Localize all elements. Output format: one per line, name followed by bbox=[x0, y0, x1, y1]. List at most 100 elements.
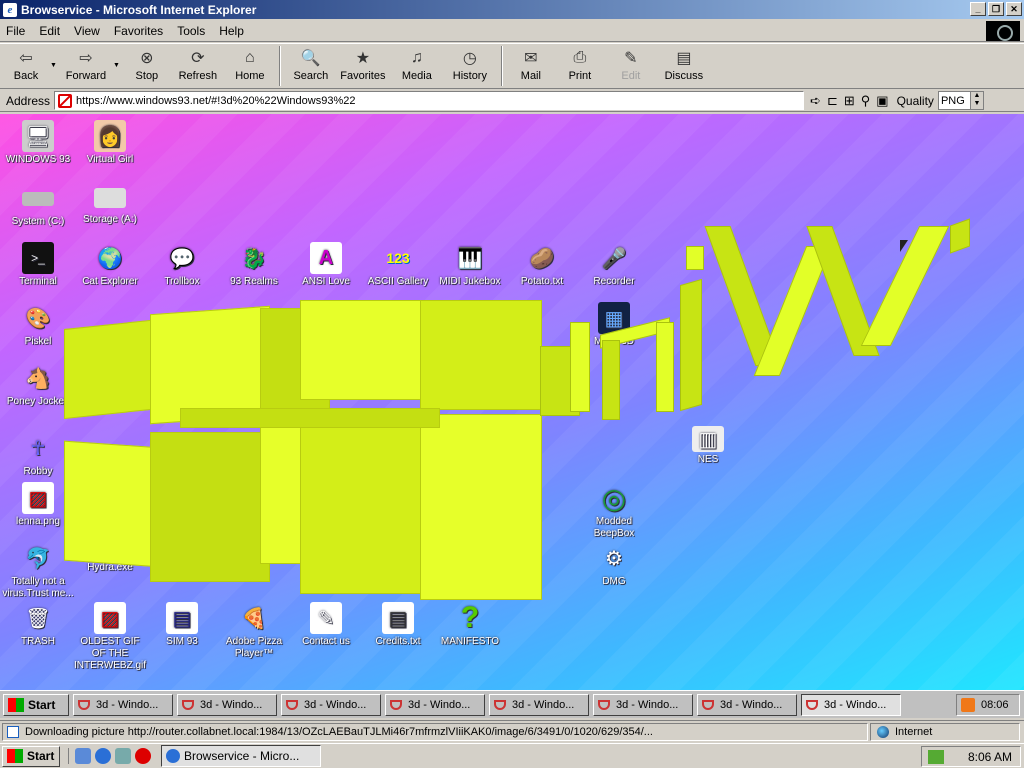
stop-button[interactable]: ⊗ Stop bbox=[124, 44, 170, 88]
desktop-icon-ascii-gallery[interactable]: 123 ASCII Gallery bbox=[362, 242, 434, 288]
zoom-icon[interactable]: ⊞ bbox=[844, 93, 855, 109]
desktop-icon-dmg[interactable]: ⚙ DMG bbox=[578, 542, 650, 588]
cup-icon bbox=[806, 699, 818, 710]
cup-icon bbox=[598, 699, 610, 710]
close-button[interactable]: ✕ bbox=[1006, 2, 1022, 16]
desktop-icon-storage-a[interactable]: Storage (A:) bbox=[74, 182, 146, 226]
address-label: Address bbox=[6, 93, 51, 108]
w93-task-3d-7[interactable]: 3d - Windo... bbox=[697, 693, 797, 716]
desktop-icon-oldest-gif[interactable]: ▨ OLDEST GIF OF THE INTERWEBZ.gif bbox=[74, 602, 146, 672]
desktop-icon-cat-explorer[interactable]: 🌍 Cat Explorer bbox=[74, 242, 146, 288]
w93-task-3d-8[interactable]: 3d - Windo... bbox=[801, 693, 901, 716]
w93-tray: 08:06 bbox=[956, 694, 1020, 716]
w93-task-3d-3[interactable]: 3d - Windo... bbox=[281, 693, 381, 716]
w93-start-button[interactable]: Start bbox=[3, 693, 69, 716]
show-desktop-icon[interactable] bbox=[75, 748, 91, 764]
find-binoculars-icon[interactable]: ⚲ bbox=[861, 93, 871, 109]
system-tray: 8:06 AM bbox=[921, 746, 1021, 767]
favorites-button[interactable]: ★ Favorites bbox=[336, 44, 390, 88]
history-icon: ◷ bbox=[462, 50, 477, 67]
trash-icon: 🗑 bbox=[25, 607, 51, 630]
opera-icon[interactable] bbox=[135, 748, 151, 764]
w93-task-3d-6[interactable]: 3d - Windo... bbox=[593, 693, 693, 716]
go-arrow-icon[interactable]: ➪ bbox=[810, 93, 821, 109]
system-clock: 8:06 AM bbox=[967, 749, 1012, 764]
menu-tools[interactable]: Tools bbox=[177, 24, 205, 38]
dragon-icon: 🐉 bbox=[241, 247, 267, 270]
restore-button[interactable]: ❐ bbox=[988, 2, 1004, 16]
desktop-icon-ansi-love[interactable]: A ANSI Love bbox=[290, 242, 362, 288]
desktop-icon-credits[interactable]: ▤ Credits.txt bbox=[362, 602, 434, 648]
menu-favorites[interactable]: Favorites bbox=[114, 24, 163, 38]
desktop-icon-93-realms[interactable]: 🐉 93 Realms bbox=[218, 242, 290, 288]
desktop-icon-system-c[interactable]: System (C:) bbox=[2, 182, 74, 228]
favorites-folder-icon: ★ bbox=[355, 50, 371, 67]
start-button[interactable]: Start bbox=[2, 745, 60, 767]
quality-label: Quality bbox=[896, 93, 934, 108]
print-button[interactable]: ⎙ Print bbox=[554, 44, 606, 88]
w93-clock: 08:06 bbox=[981, 699, 1009, 711]
desktop-icon-adobe-pizza[interactable]: 🍕 Adobe Pizza Player™ bbox=[218, 602, 290, 660]
w93-task-3d-5[interactable]: 3d - Windo... bbox=[489, 693, 589, 716]
forward-arrow-icon: ⇨ bbox=[79, 50, 93, 67]
desktop-icon-manifesto[interactable]: ? MANIFESTO bbox=[434, 601, 506, 648]
palette-icon: 🎨 bbox=[25, 307, 51, 330]
desktop-icon-trollbox[interactable]: 💬 Trollbox bbox=[146, 242, 218, 288]
computer-icon: 🖥 bbox=[22, 120, 54, 152]
desktop-icon-windows93[interactable]: 🖥 WINDOWS 93 bbox=[2, 120, 74, 166]
address-input[interactable]: https://www.windows93.net/#!3d%20%22Wind… bbox=[54, 91, 805, 110]
desktop-icon-modded-beepbox[interactable]: ◎ Modded BeepBox bbox=[578, 482, 650, 540]
tray-app-icon[interactable] bbox=[928, 749, 944, 764]
taskbar-browservice-window[interactable]: Browservice - Micro... bbox=[161, 745, 321, 767]
minimize-button[interactable]: _ bbox=[970, 2, 986, 16]
home-button[interactable]: ⌂ Home bbox=[226, 44, 274, 88]
edit-button[interactable]: ✎ Edit bbox=[606, 44, 656, 88]
cup-icon bbox=[390, 699, 402, 710]
desktop-icon-trash[interactable]: 🗑 TRASH bbox=[2, 602, 74, 648]
bookmark-icon[interactable]: ⊏ bbox=[827, 93, 838, 109]
status-text: Downloading picture http://router.collab… bbox=[25, 725, 653, 738]
quality-select[interactable]: PNG ▲ ▼ bbox=[937, 91, 984, 110]
back-button[interactable]: ⇦ Back bbox=[4, 44, 48, 88]
windows-logo-icon bbox=[7, 749, 23, 763]
search-button[interactable]: 🔍 Search bbox=[286, 44, 336, 88]
forward-button[interactable]: ⇨ Forward bbox=[61, 44, 111, 88]
clipboard-icon[interactable]: ▣ bbox=[876, 93, 888, 109]
internet-explorer-icon[interactable] bbox=[95, 748, 111, 764]
media-button[interactable]: ♫ Media bbox=[390, 44, 444, 88]
desktop-icon-virtual-girl[interactable]: 👩 Virtual Girl bbox=[74, 120, 146, 166]
w93-task-3d-1[interactable]: 3d - Windo... bbox=[73, 693, 173, 716]
status-bar: Downloading picture http://router.collab… bbox=[0, 720, 1024, 742]
menu-view[interactable]: View bbox=[74, 24, 100, 38]
stop-icon: ⊗ bbox=[140, 50, 154, 67]
desktop-icon-sim93[interactable]: ▤ SIM 93 bbox=[146, 602, 218, 648]
pony-icon: 🐴 bbox=[25, 367, 51, 390]
web-page-viewport[interactable]: 🖥 WINDOWS 93 👩 Virtual Girl System (C:) St… bbox=[0, 114, 1024, 690]
desktop-icon-midi-jukebox[interactable]: 🎹 MIDI Jukebox bbox=[434, 242, 506, 288]
ie-window-icon bbox=[166, 749, 180, 763]
discuss-button[interactable]: ▤ Discuss bbox=[656, 44, 712, 88]
desktop-icon-contact-us[interactable]: ✎ Contact us bbox=[290, 602, 362, 648]
refresh-icon: ⟳ bbox=[191, 50, 205, 67]
menu-edit[interactable]: Edit bbox=[39, 24, 60, 38]
w93-task-3d-2[interactable]: 3d - Windo... bbox=[177, 693, 277, 716]
desktop-icon-terminal[interactable]: >_ Terminal bbox=[2, 242, 74, 288]
insecure-page-icon bbox=[58, 93, 73, 108]
quality-spinner-icon[interactable]: ▲ ▼ bbox=[969, 92, 983, 109]
rss-icon[interactable] bbox=[961, 698, 975, 712]
cup-icon bbox=[702, 699, 714, 710]
menu-file[interactable]: File bbox=[6, 24, 25, 38]
network-icon[interactable] bbox=[115, 748, 131, 764]
refresh-button[interactable]: ⟳ Refresh bbox=[170, 44, 226, 88]
menu-help[interactable]: Help bbox=[219, 24, 244, 38]
throbber-logo-icon bbox=[986, 21, 1020, 41]
forward-dropdown-icon[interactable]: ▼ bbox=[113, 62, 120, 69]
w93-task-3d-4[interactable]: 3d - Windo... bbox=[385, 693, 485, 716]
face-icon: 👩 bbox=[94, 120, 126, 152]
back-dropdown-icon[interactable]: ▼ bbox=[50, 62, 57, 69]
cup-icon bbox=[78, 699, 90, 710]
ie-app-icon[interactable]: e bbox=[3, 2, 17, 17]
printer-icon: ⎙ bbox=[573, 49, 587, 66]
history-button[interactable]: ◷ History bbox=[444, 44, 496, 88]
mail-button[interactable]: ✉ Mail bbox=[508, 44, 554, 88]
